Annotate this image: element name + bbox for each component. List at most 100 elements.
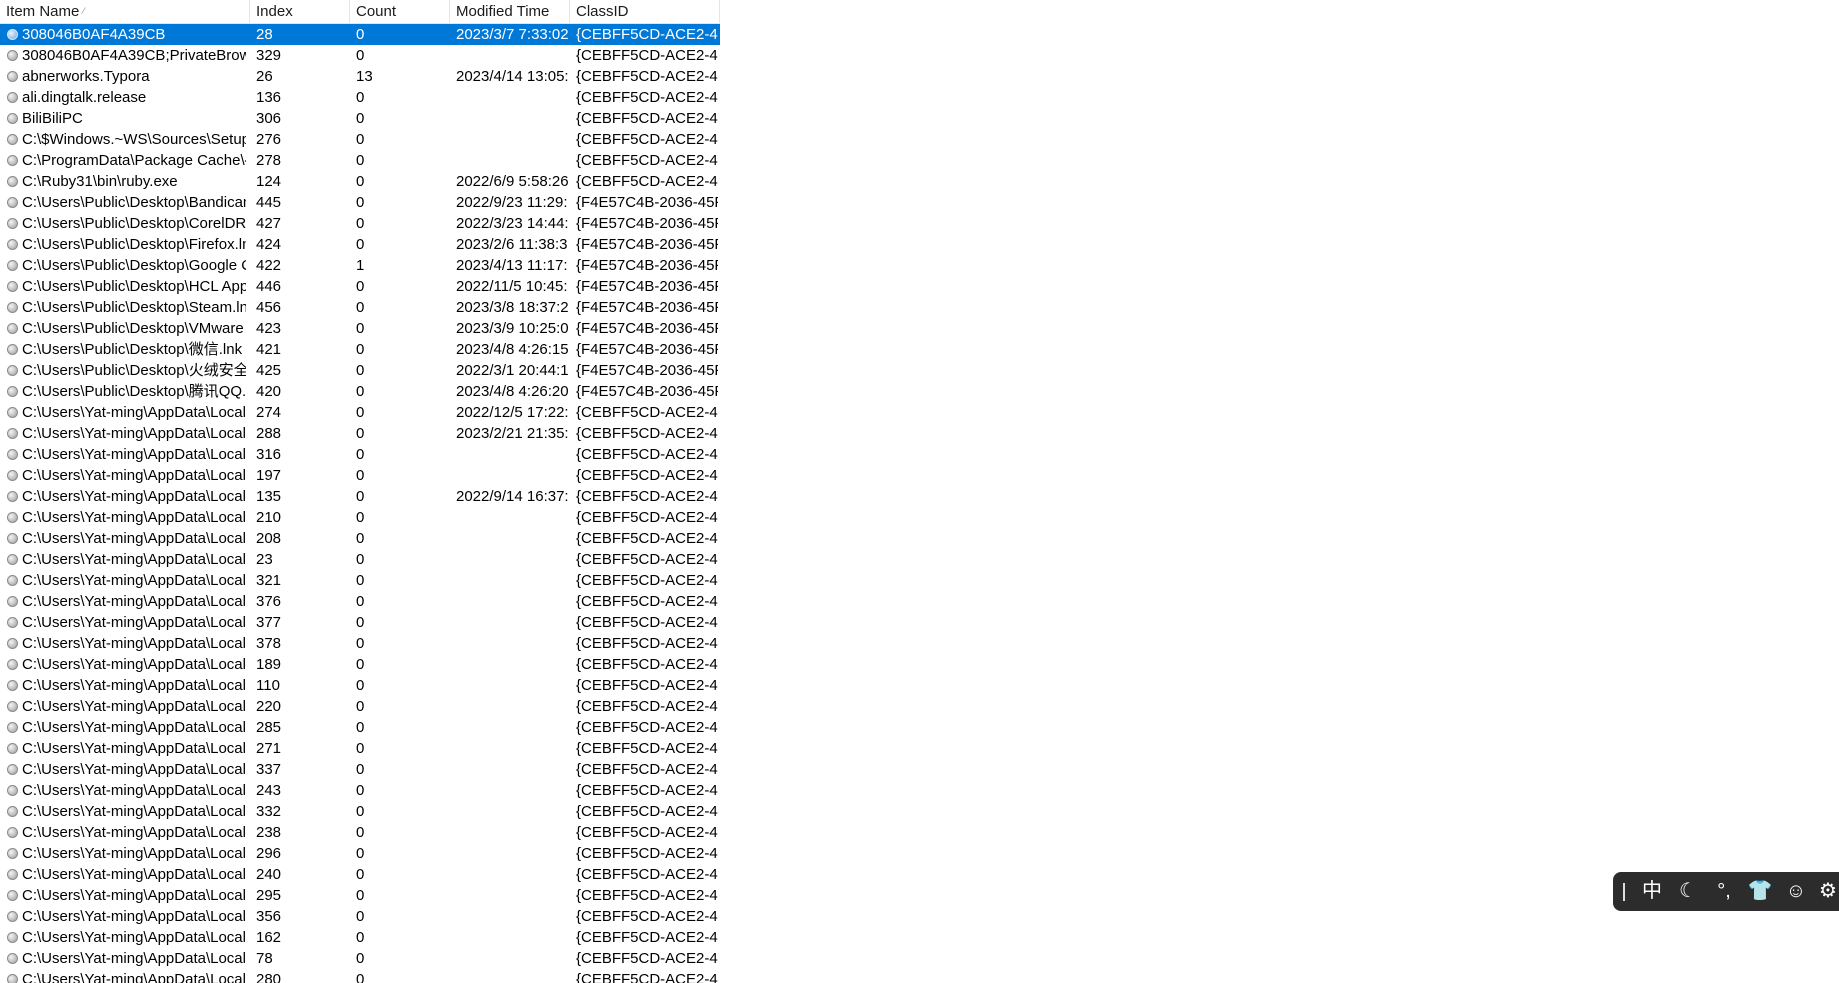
table-row[interactable]: C:\Users\Public\Desktop\Bandicam.lnk 445 0… (0, 192, 720, 213)
table-row[interactable]: C:\Users\Yat-ming\AppData\Local\Te... 295… (0, 885, 720, 906)
table-row[interactable]: C:\Users\Yat-ming\AppData\Local\Te... 285… (0, 717, 720, 738)
column-header-count[interactable]: Count (350, 0, 450, 23)
table-row[interactable]: C:\Users\Yat-ming\AppData\Local\Te... 197… (0, 465, 720, 486)
modified-time-cell: 2023/3/7 7:33:02 (456, 26, 568, 43)
count-cell: 0 (356, 929, 365, 946)
item-list-view[interactable]: Item Name ⁄ Index Count Modified Time Cl… (0, 0, 720, 983)
table-row[interactable]: C:\Users\Yat-ming\AppData\Local\Te... 280… (0, 969, 720, 983)
table-row[interactable]: C:\Users\Public\Desktop\HCL AppSc... 446 0… (0, 276, 720, 297)
table-row[interactable]: C:\Users\Yat-ming\AppData\Local\Te... 110… (0, 675, 720, 696)
count-cell: 0 (356, 950, 365, 967)
table-row[interactable]: C:\$Windows.~WS\Sources\SetupHo... 276 0 {C… (0, 129, 720, 150)
table-row[interactable]: C:\Users\Public\Desktop\微信.lnk 421 0 2023/4… (0, 339, 720, 360)
table-row[interactable]: C:\Users\Public\Desktop\VMware W... 423 0 2… (0, 318, 720, 339)
item-name-cell: C:\Users\Yat-ming\AppData\Local\Te... (22, 845, 246, 862)
table-row[interactable]: C:\Users\Yat-ming\AppData\Local\Te... 208… (0, 528, 720, 549)
modified-time-cell: 2023/2/21 21:35:... (456, 425, 568, 442)
table-row[interactable]: C:\Users\Yat-ming\AppData\Local\Te... 332… (0, 801, 720, 822)
table-row[interactable]: C:\Users\Yat-ming\AppData\Local\Te... 316… (0, 444, 720, 465)
table-row[interactable]: C:\Users\Yat-ming\AppData\Local\Te... 210… (0, 507, 720, 528)
item-name-cell: ali.dingtalk.release (22, 89, 147, 106)
table-row[interactable]: C:\Users\Public\Desktop\CorelDRAW... 427 0… (0, 213, 720, 234)
table-row[interactable]: C:\Users\Yat-ming\AppData\Local\Te... 243… (0, 780, 720, 801)
index-cell: 356 (256, 908, 282, 925)
table-row[interactable]: C:\Users\Yat-ming\AppData\Local\Te... 356… (0, 906, 720, 927)
item-bullet-icon (7, 764, 18, 775)
column-header-classid[interactable]: ClassID (570, 0, 720, 23)
moon-icon[interactable]: ☾ (1673, 872, 1703, 911)
table-row[interactable]: C:\Users\Yat-ming\AppData\Local\Te... 162… (0, 927, 720, 948)
item-bullet-icon (7, 134, 18, 145)
table-row[interactable]: C:\Users\Yat-ming\AppData\Local\Te... 377… (0, 612, 720, 633)
table-row[interactable]: C:\Users\Public\Desktop\Firefox.lnk 424 0 2… (0, 234, 720, 255)
table-row[interactable]: C:\ProgramData\Package Cache\{374... 278 0… (0, 150, 720, 171)
item-name-cell: C:\Users\Yat-ming\AppData\Local\Te... (22, 824, 246, 841)
index-cell: 135 (256, 488, 282, 505)
table-row[interactable]: BiliBiliPC 306 0 {CEBFF5CD-ACE2-4F4F... (0, 108, 720, 129)
classid-cell: {F4E57C4B-2036-45F0... (576, 194, 718, 211)
index-cell: 136 (256, 89, 282, 106)
table-row[interactable]: abnerworks.Typora 26 13 2023/4/14 13:05:...… (0, 66, 720, 87)
table-row[interactable]: C:\Ruby31\bin\ruby.exe 124 0 2022/6/9 5:58:… (0, 171, 720, 192)
skin-shirt-icon[interactable]: 👕 (1745, 872, 1775, 911)
table-row[interactable]: C:\Users\Yat-ming\AppData\Local\Te... 238… (0, 822, 720, 843)
modified-time-cell (456, 150, 568, 171)
classid-cell: {CEBFF5CD-ACE2-4F4F... (576, 152, 718, 169)
table-row[interactable]: C:\Users\Yat-ming\AppData\Local\Te... 376… (0, 591, 720, 612)
classid-cell: {CEBFF5CD-ACE2-4F4F... (576, 446, 718, 463)
modified-time-cell (456, 843, 568, 864)
table-row[interactable]: ali.dingtalk.release 136 0 {CEBFF5CD-ACE2-4… (0, 87, 720, 108)
table-row[interactable]: C:\Users\Public\Desktop\火绒安全软... 425 0 2022… (0, 360, 720, 381)
item-bullet-icon (7, 302, 18, 313)
count-cell: 0 (356, 341, 365, 358)
modified-time-cell: 2022/9/23 11:29:... (456, 194, 568, 211)
table-row[interactable]: 308046B0AF4A39CB 28 0 2023/3/7 7:33:02 {CEBF… (0, 24, 720, 45)
classid-cell: {CEBFF5CD-ACE2-4F4F... (576, 740, 718, 757)
item-name-cell: C:\Users\Yat-ming\AppData\Local\Te... (22, 656, 246, 673)
count-cell: 0 (356, 635, 365, 652)
table-row[interactable]: C:\Users\Yat-ming\AppData\Local\Te... 220… (0, 696, 720, 717)
item-bullet-icon (7, 596, 18, 607)
table-row[interactable]: C:\Users\Yat-ming\AppData\Local\Te... 271… (0, 738, 720, 759)
item-name-cell: C:\Users\Yat-ming\AppData\Local\Te... (22, 530, 246, 547)
table-row[interactable]: C:\Users\Yat-ming\AppData\Local\Te... 135… (0, 486, 720, 507)
count-cell: 0 (356, 320, 365, 337)
table-row[interactable]: C:\Users\Public\Desktop\Google Chr... 422… (0, 255, 720, 276)
table-row[interactable]: 308046B0AF4A39CB;PrivateBrowsing... 329 0 {… (0, 45, 720, 66)
table-row[interactable]: C:\Users\Yat-ming\AppData\Local\Te... 240… (0, 864, 720, 885)
emoji-smile-icon[interactable]: ☺ (1781, 872, 1811, 911)
classid-cell: {F4E57C4B-2036-45F0... (576, 341, 718, 358)
count-cell: 13 (356, 68, 373, 85)
chinese-mode-icon[interactable]: 中 (1637, 872, 1667, 911)
column-header-item-name[interactable]: Item Name ⁄ (0, 0, 250, 23)
modified-time-cell (456, 948, 568, 969)
table-row[interactable]: C:\Users\Yat-ming\AppData\Local\Te... 23 0… (0, 549, 720, 570)
index-cell: 321 (256, 572, 282, 589)
column-header-index[interactable]: Index (250, 0, 350, 23)
table-row[interactable]: C:\Users\Public\Desktop\Steam.lnk 456 0 202… (0, 297, 720, 318)
item-name-cell: C:\Users\Public\Desktop\Steam.lnk (22, 299, 246, 316)
table-row[interactable]: C:\Users\Yat-ming\AppData\Local\Te... 296… (0, 843, 720, 864)
item-bullet-icon (7, 239, 18, 250)
column-header-modified-time[interactable]: Modified Time (450, 0, 570, 23)
item-name-cell: C:\Ruby31\bin\ruby.exe (22, 173, 178, 190)
toolbar-drag-handle[interactable] (1623, 883, 1625, 901)
item-bullet-icon (7, 953, 18, 964)
count-cell: 0 (356, 467, 365, 484)
table-row[interactable]: C:\Users\Yat-ming\AppData\Local\Te... 321… (0, 570, 720, 591)
count-cell: 1 (356, 257, 365, 274)
table-row[interactable]: C:\Users\Public\Desktop\腾讯QQ.lnk 420 0 2023… (0, 381, 720, 402)
item-name-cell: C:\ProgramData\Package Cache\{374... (22, 152, 246, 169)
classid-cell: {CEBFF5CD-ACE2-4F4F... (576, 614, 718, 631)
count-cell: 0 (356, 215, 365, 232)
table-row[interactable]: C:\Users\Yat-ming\AppData\Local\Te... 378… (0, 633, 720, 654)
modified-time-cell (456, 675, 568, 696)
table-row[interactable]: C:\Users\Yat-ming\AppData\Local\Pr... 288… (0, 423, 720, 444)
gear-icon[interactable]: ⚙ (1813, 872, 1839, 911)
table-row[interactable]: C:\Users\Yat-ming\AppData\Local\Pr... 274… (0, 402, 720, 423)
item-bullet-icon (7, 365, 18, 376)
table-row[interactable]: C:\Users\Yat-ming\AppData\Local\Te... 78 0… (0, 948, 720, 969)
table-row[interactable]: C:\Users\Yat-ming\AppData\Local\Te... 189… (0, 654, 720, 675)
table-row[interactable]: C:\Users\Yat-ming\AppData\Local\Te... 337… (0, 759, 720, 780)
punctuation-icon[interactable]: °, (1709, 872, 1739, 911)
